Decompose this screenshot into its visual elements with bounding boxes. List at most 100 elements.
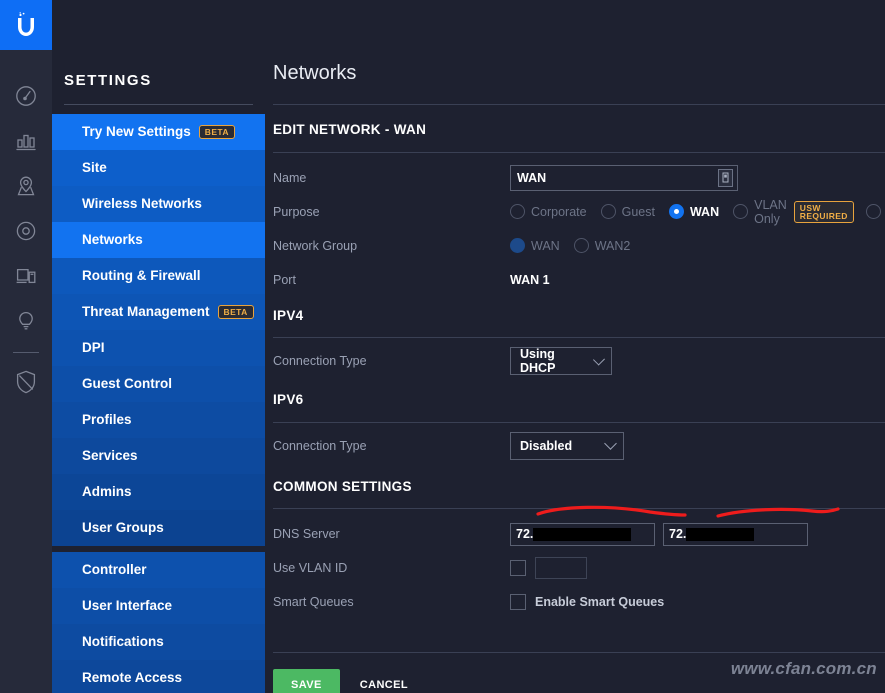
radio-circle-icon-clipped[interactable] <box>866 204 881 219</box>
dns-server-2-input[interactable]: 72. <box>663 523 808 546</box>
main-content: Networks EDIT NETWORK - WAN Name WAN <box>265 0 885 693</box>
sidebar-nav: Try New Settings BETA Site Wireless Netw… <box>52 114 265 693</box>
statistics-icon[interactable] <box>0 118 52 163</box>
beta-badge: BETA <box>199 125 235 139</box>
radio-circle-selected-icon <box>510 238 525 253</box>
radio-circle-selected-icon <box>669 204 684 219</box>
radio-label: WAN <box>531 239 560 253</box>
dns-server-label: DNS Server <box>273 527 510 541</box>
ipv6-connection-label: Connection Type <box>273 439 510 453</box>
dns-server-row: DNS Server 72. 72. <box>273 517 885 551</box>
name-input[interactable]: WAN <box>510 165 738 191</box>
sidebar-item-try-new-settings[interactable]: Try New Settings BETA <box>52 114 265 150</box>
sidebar-item-networks[interactable]: Networks <box>52 222 265 258</box>
edit-network-divider <box>273 152 885 153</box>
port-value: WAN 1 <box>510 273 550 287</box>
radio-circle-icon <box>574 238 589 253</box>
purpose-label: Purpose <box>273 205 510 219</box>
common-settings-heading: COMMON SETTINGS <box>273 480 885 494</box>
insights-icon[interactable] <box>0 298 52 343</box>
purpose-radio-vlan-only[interactable]: VLAN Only <box>733 198 787 226</box>
enable-smart-queues-label: Enable Smart Queues <box>535 595 664 609</box>
sidebar-item-label: Admins <box>82 485 132 499</box>
clients-icon[interactable] <box>0 253 52 298</box>
ipv4-connection-type-select[interactable]: Using DHCP <box>510 347 612 375</box>
sidebar-item-label: Guest Control <box>82 377 172 391</box>
sidebar-item-wireless-networks[interactable]: Wireless Networks <box>52 186 265 222</box>
radio-circle-icon <box>510 204 525 219</box>
page-title: Networks <box>273 0 885 83</box>
sidebar-item-label: Wireless Networks <box>82 197 202 211</box>
sidebar-item-label: Notifications <box>82 635 164 649</box>
sidebar-item-label: User Groups <box>82 521 164 535</box>
sidebar-item-notifications[interactable]: Notifications <box>52 624 265 660</box>
save-button[interactable]: SAVE <box>273 669 340 693</box>
network-group-label: Network Group <box>273 239 510 253</box>
sidebar-item-label: Routing & Firewall <box>82 269 201 283</box>
ipv4-divider <box>273 337 885 338</box>
dashboard-icon[interactable] <box>0 73 52 118</box>
sidebar-item-routing-firewall[interactable]: Routing & Firewall <box>52 258 265 294</box>
ipv4-heading: IPV4 <box>273 309 885 323</box>
sidebar-item-site[interactable]: Site <box>52 150 265 186</box>
devices-icon[interactable] <box>0 208 52 253</box>
sidebar-item-guest-control[interactable]: Guest Control <box>52 366 265 402</box>
dns-server-1-value: 72. <box>516 527 533 541</box>
network-group-radio-wan2[interactable]: WAN2 <box>574 238 631 253</box>
chevron-down-icon <box>593 353 605 365</box>
name-input-value: WAN <box>517 171 546 185</box>
chevron-down-icon <box>604 437 617 450</box>
sidebar-item-label: Services <box>82 449 138 463</box>
sidebar-item-label: Remote Access <box>82 671 182 685</box>
sidebar-title: SETTINGS <box>52 73 265 88</box>
sidebar-item-remote-access[interactable]: Remote Access <box>52 660 265 693</box>
ubiquiti-logo[interactable] <box>0 0 52 50</box>
redaction-bar <box>533 528 631 541</box>
sidebar-item-label: Threat Management <box>82 305 210 319</box>
sidebar-item-controller[interactable]: Controller <box>52 552 265 588</box>
sidebar-item-user-groups[interactable]: User Groups <box>52 510 265 546</box>
icon-rail <box>0 0 52 693</box>
sidebar-item-label: DPI <box>82 341 105 355</box>
sidebar-item-threat-management[interactable]: Threat Management BETA <box>52 294 265 330</box>
name-label: Name <box>273 171 510 185</box>
purpose-radio-guest[interactable]: Guest <box>601 204 655 219</box>
purpose-radio-wan[interactable]: WAN <box>669 204 719 219</box>
sidebar-item-profiles[interactable]: Profiles <box>52 402 265 438</box>
threat-shield-icon[interactable] <box>0 359 52 404</box>
port-label: Port <box>273 273 510 287</box>
sidebar-item-label: Site <box>82 161 107 175</box>
use-vlan-id-row: Use VLAN ID <box>273 551 885 585</box>
use-vlan-id-checkbox[interactable] <box>510 560 526 576</box>
sidebar-item-label: Try New Settings <box>82 125 191 139</box>
radio-label: WAN <box>690 205 719 219</box>
sidebar-item-dpi[interactable]: DPI <box>52 330 265 366</box>
radio-label: Corporate <box>531 205 587 219</box>
ipv6-connection-type-select[interactable]: Disabled <box>510 432 624 460</box>
vlan-id-input[interactable] <box>535 557 587 579</box>
beta-badge: BETA <box>218 305 254 319</box>
watermark: www.cfan.com.cn <box>731 659 877 679</box>
cancel-button[interactable]: CANCEL <box>360 679 408 691</box>
purpose-radio-corporate[interactable]: Corporate <box>510 204 587 219</box>
network-group-radio-wan[interactable]: WAN <box>510 238 560 253</box>
enable-smart-queues-checkbox[interactable] <box>510 594 526 610</box>
sidebar-item-services[interactable]: Services <box>52 438 265 474</box>
radio-label: WAN2 <box>595 239 631 253</box>
ipv6-heading: IPV6 <box>273 393 885 407</box>
unifi-settings-window: SETTINGS Try New Settings BETA Site Wire… <box>0 0 885 693</box>
dns-server-1-input[interactable]: 72. <box>510 523 655 546</box>
radio-circle-icon <box>733 204 748 219</box>
map-icon[interactable] <box>0 163 52 208</box>
settings-sidebar: SETTINGS Try New Settings BETA Site Wire… <box>52 0 265 693</box>
ipv4-connection-row: Connection Type Using DHCP <box>273 344 885 378</box>
radio-label: VLAN Only <box>754 198 787 226</box>
sidebar-item-admins[interactable]: Admins <box>52 474 265 510</box>
name-row: Name WAN <box>273 161 885 195</box>
lock-icon[interactable] <box>718 169 733 187</box>
sidebar-item-label: Controller <box>82 563 147 577</box>
use-vlan-id-label: Use VLAN ID <box>273 561 510 575</box>
sidebar-item-user-interface[interactable]: User Interface <box>52 588 265 624</box>
common-settings-divider <box>273 508 885 509</box>
purpose-row: Purpose Corporate Guest WAN VLAN Only <box>273 195 885 229</box>
